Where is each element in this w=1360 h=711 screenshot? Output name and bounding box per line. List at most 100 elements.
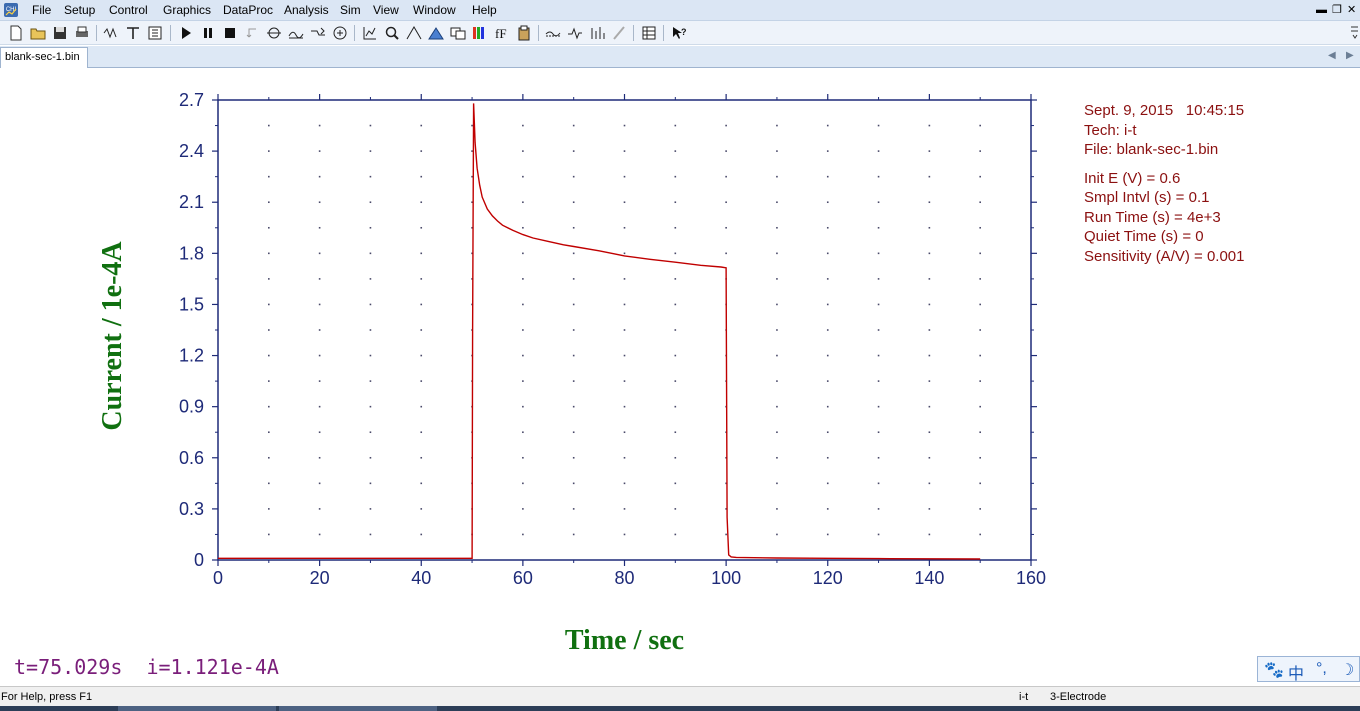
grid-dot <box>318 354 321 357</box>
grid-dot <box>928 380 931 382</box>
font-icon[interactable]: fF <box>494 25 510 41</box>
grid-dot <box>776 226 778 229</box>
menu-dataproc[interactable]: DataProc <box>221 2 275 19</box>
grid-dot <box>674 482 677 485</box>
toolbar-overflow-icon[interactable] <box>1349 25 1360 41</box>
graph-icon[interactable] <box>362 25 378 41</box>
peak-icon[interactable] <box>406 25 422 41</box>
menu-view[interactable]: View <box>371 2 401 19</box>
menu-analysis[interactable]: Analysis <box>282 2 331 19</box>
grid-dot <box>776 354 778 357</box>
grid-dot <box>776 201 778 204</box>
menu-file[interactable]: File <box>30 2 53 19</box>
ime-toolbar[interactable]: 🐾 中 °, ☽ <box>1257 656 1360 684</box>
ime-paw-icon[interactable]: 🐾 <box>1264 660 1284 680</box>
grid-dot <box>674 201 677 204</box>
tab-scroll-left-icon[interactable]: ◀ <box>1328 50 1336 61</box>
grid-dot <box>318 482 321 485</box>
print-icon[interactable] <box>74 25 90 41</box>
reverse-icon[interactable] <box>611 25 627 41</box>
grid-dot <box>268 175 270 178</box>
open-folder-icon[interactable] <box>30 25 46 41</box>
grid-dot <box>572 329 575 331</box>
svg-text:?: ? <box>681 27 687 37</box>
parameters-icon[interactable] <box>147 25 163 41</box>
overlay-icon[interactable] <box>450 25 466 41</box>
tab-scroll-right-icon[interactable]: ▶ <box>1346 50 1354 61</box>
grid-dot <box>674 124 677 127</box>
x-tick-label: 80 <box>614 568 634 588</box>
grid-dot <box>928 226 931 229</box>
grid-dot <box>420 482 423 485</box>
info-sensitivity: Sensitivity (A/V) = 0.001 <box>1084 247 1245 265</box>
help-pointer-icon[interactable]: ? <box>671 25 687 41</box>
zoom-icon[interactable] <box>384 25 400 41</box>
grid-dot <box>318 201 321 204</box>
text-tool-icon[interactable] <box>125 25 141 41</box>
color-icon[interactable] <box>472 25 488 41</box>
menu-help[interactable]: Help <box>470 2 499 19</box>
zero-icon[interactable] <box>266 25 282 41</box>
clipboard-icon[interactable] <box>516 25 532 41</box>
save-icon[interactable] <box>52 25 68 41</box>
grid-dot <box>318 533 321 536</box>
reverse-icon[interactable] <box>244 25 260 41</box>
toolbar-separator <box>633 25 634 41</box>
graph-window[interactable]: 0 20 40 60 80 100 120 140 160 0 0.3 0.6 0.9 1.2 1.5 1.8… <box>0 69 1360 685</box>
filter-icon[interactable] <box>288 25 304 41</box>
grid-dot <box>572 405 575 408</box>
derivative-icon[interactable] <box>567 25 583 41</box>
data-list-icon[interactable] <box>589 25 605 41</box>
stop-icon[interactable] <box>222 25 238 41</box>
grid-dot <box>826 508 829 510</box>
grid-dot <box>725 150 727 152</box>
grid-dot <box>826 533 829 536</box>
grid-dot <box>572 456 575 459</box>
grid-dot <box>522 533 524 536</box>
svg-text:fF: fF <box>495 26 507 41</box>
minimize-button[interactable]: ▬ <box>1316 3 1327 17</box>
grid-dot <box>674 533 677 536</box>
grid-dot <box>928 508 931 510</box>
grid-dot <box>877 226 880 229</box>
grid-dot <box>674 431 677 434</box>
ime-chinese-mode[interactable]: 中 <box>1288 660 1304 684</box>
menu-sim[interactable]: Sim <box>338 2 363 19</box>
grid-dot <box>369 329 372 331</box>
taskbar-button[interactable] <box>118 706 276 711</box>
menu-setup[interactable]: Setup <box>62 2 97 19</box>
grid-dot <box>572 124 575 127</box>
grid-dot <box>318 150 321 152</box>
close-button[interactable]: ✕ <box>1347 3 1356 17</box>
smooth-icon[interactable] <box>310 25 326 41</box>
menu-graphics[interactable]: Graphics <box>161 2 213 19</box>
cell-icon[interactable] <box>332 25 348 41</box>
ime-punctuation-icon[interactable]: °, <box>1316 660 1327 678</box>
new-file-icon[interactable] <box>8 25 24 41</box>
restore-button[interactable]: ❐ <box>1332 3 1342 17</box>
app-logo-icon[interactable]: CHI <box>3 2 19 18</box>
grid-dot <box>369 354 372 357</box>
integrate-icon[interactable] <box>428 25 444 41</box>
x-tick-label: 160 <box>1016 568 1046 588</box>
baseline-icon[interactable] <box>545 25 561 41</box>
pause-icon[interactable] <box>200 25 216 41</box>
grid-dot <box>979 533 981 536</box>
status-technique: i-t <box>1019 691 1029 703</box>
toolbar-separator <box>96 25 97 41</box>
tab-blank-sec-1[interactable]: blank-sec-1.bin <box>0 47 88 68</box>
info-sample-interval: Smpl Intvl (s) = 0.1 <box>1084 189 1210 206</box>
parameters-icon[interactable] <box>641 25 657 41</box>
taskbar-button[interactable] <box>279 706 437 711</box>
technique-icon[interactable] <box>103 25 119 41</box>
grid-dot <box>674 226 677 229</box>
toolbar-separator <box>538 25 539 41</box>
grid-dot <box>928 354 931 357</box>
grid-dot <box>318 175 321 178</box>
grid-dot <box>572 150 575 152</box>
menu-window[interactable]: Window <box>411 2 458 19</box>
grid-dot <box>369 431 372 434</box>
ime-moon-icon[interactable]: ☽ <box>1340 660 1354 680</box>
run-icon[interactable] <box>178 25 194 41</box>
menu-control[interactable]: Control <box>107 2 150 19</box>
